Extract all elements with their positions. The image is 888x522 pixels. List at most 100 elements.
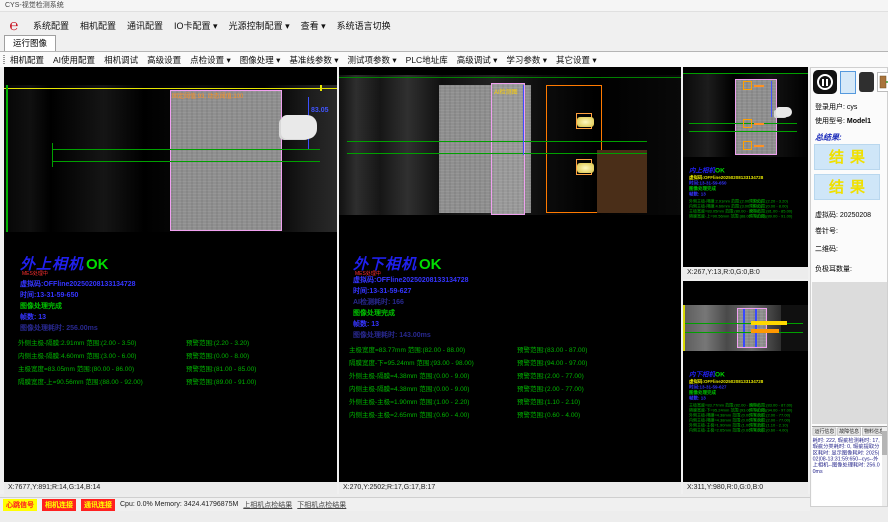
green-edge-line-overlay — [6, 85, 8, 232]
virtual-code-value: 20250208 — [840, 212, 871, 219]
orange-label-mark — [754, 123, 764, 125]
camera-info-block: 内下相机OK 虚拟码:OFFline20250208133134728 时间:1… — [689, 369, 807, 433]
yellow-label-mark — [751, 321, 787, 325]
lower-camera-check-link[interactable]: 下相机点检结果 — [297, 500, 346, 510]
white-feature-blob — [281, 115, 317, 139]
measurement-row: 隔膜宽度-下=95.24mm 范围:(93.00 - 98.00)预警范围:(9… — [349, 357, 587, 370]
measurement-row: 内侧主极-隔膜=4.38mm 范围:(0.00 - 9.00)预警范围:(2.0… — [349, 383, 587, 396]
log-text: 耗时: 222, 瑕疵检测耗时: 17, 瑕疵分类耗时: 0, 瑕疵提取分区耗时… — [813, 437, 881, 474]
tool-learning-params[interactable]: 学习参数 ▾ — [506, 54, 547, 66]
tab-highlight-blob — [577, 163, 594, 173]
total-result-label: 总结果: — [815, 132, 842, 143]
ok-status-label: OK — [419, 256, 442, 273]
dark-material-region — [597, 150, 647, 213]
menu-camera-config[interactable]: 相机配置 — [80, 19, 116, 32]
exit-door-icon — [879, 75, 888, 89]
tool-other-settings[interactable]: 其它设置 ▾ — [556, 54, 597, 66]
log-tab-fault-info[interactable]: 故障信息 — [837, 428, 861, 436]
white-feature-blob — [776, 107, 792, 117]
orange-label-mark — [754, 85, 764, 87]
login-user-row: 登录用户: cys — [815, 102, 857, 112]
menu-view[interactable]: 查看 ▾ — [301, 19, 326, 32]
comm-connect-badge: 通讯连接 — [81, 499, 115, 511]
result-box-upper: 结果 — [814, 144, 880, 170]
upper-camera-check-link[interactable]: 上相机点检结果 — [243, 500, 292, 510]
tab-count-row: 负极耳数量: — [815, 264, 852, 274]
menu-light-config[interactable]: 光源控制配置 ▾ — [229, 19, 290, 32]
orange-label-mark — [754, 145, 764, 147]
tool-plc-address[interactable]: PLC地址库 — [406, 54, 448, 66]
measurement-row: 内侧主极-主极=2.65mm 范围:(0.60 - 4.00)预警范围:(0.6… — [349, 409, 587, 422]
yellow-tick-overlay — [320, 85, 322, 91]
menu-system-config[interactable]: 系统配置 — [33, 19, 69, 32]
window-titlebar: CYS-视觉检测系统 — [0, 0, 888, 12]
blue-measure-line-overlay — [755, 309, 757, 347]
log-scrollbar-thumb[interactable] — [882, 431, 887, 455]
tool-advanced-debug[interactable]: 高级调试 ▾ — [457, 54, 498, 66]
exit-button[interactable] — [877, 72, 888, 92]
toolbar-grip-icon — [3, 55, 5, 64]
model-value: Model1 — [847, 118, 871, 125]
window-title: CYS-视觉检测系统 — [5, 2, 64, 9]
log-scrollbar[interactable] — [882, 427, 887, 506]
measurement-row: 外侧主极-主极=1.90mm 范围:(1.00 - 2.20)预警范围:(1.1… — [349, 396, 587, 409]
measurement-row: 隔膜宽度-上=90.56mm 范围:(88.00 - 92.00)预警范围:(8… — [689, 214, 807, 219]
result-box-lower: 结果 — [814, 174, 880, 200]
camera-panel-outer-upper: 固定阈值:93, 动态阈值:100 83.05 外上相机OK MES处理中 虚拟… — [4, 67, 337, 494]
user-login-button[interactable] — [840, 71, 856, 94]
right-sidebar: 登录用户: cys 使用型号: Model1 总结果: 结果 结果 虚拟码: 2… — [810, 67, 888, 507]
mes-status-label: MES处理中 — [22, 270, 48, 277]
measurement-row: 外侧主极-隔膜=4.38mm 范围:(0.00 - 9.00)预警范围:(2.0… — [349, 370, 587, 383]
camera-image-inner-upper[interactable] — [683, 73, 808, 157]
menu-bar: ℮ 系统配置 相机配置 通讯配置 IO卡配置 ▾ 光源控制配置 ▾ 查看 ▾ 系… — [0, 12, 888, 38]
menu-comm-config[interactable]: 通讯配置 — [127, 19, 163, 32]
tab-highlight-blob — [577, 117, 594, 127]
pink-roi-overlay — [737, 308, 767, 348]
orange-detection-box — [743, 81, 752, 90]
dark-band — [781, 305, 807, 351]
qr-code-row: 二维码: — [815, 244, 838, 254]
orange-roi-overlay — [546, 85, 602, 213]
tab-run-image[interactable]: 运行图像 — [4, 35, 56, 51]
frame-count-line: 帧数: 13 — [20, 312, 136, 323]
orange-detection-box — [743, 141, 752, 150]
model-row[interactable]: 使用型号: Model1 — [815, 116, 871, 126]
pause-button[interactable] — [813, 70, 837, 94]
pixel-coordinate-bar: X:7677,Y:891;R:14,G:14,B:14 — [4, 482, 337, 494]
camera-info-block: 虚拟码:OFFline20250208133134728 时间:13-31-59… — [353, 275, 469, 341]
tool-spot-check[interactable]: 点检设置 ▾ — [190, 54, 231, 66]
measurement-row: 外侧主极-隔膜:2.91mm 范围:(2.00 - 3.50)预警范围:(2.2… — [18, 337, 256, 350]
tool-image-processing[interactable]: 图像处理 ▾ — [240, 54, 281, 66]
pause-icon — [817, 74, 833, 90]
heartbeat-status-badge: 心跳信号 — [3, 499, 37, 511]
tool-camera-debug[interactable]: 相机调试 — [104, 54, 138, 66]
threshold-overlay-label: 固定阈值:93, 动态阈值:100 — [172, 91, 243, 100]
green-tick-overlay — [52, 143, 53, 167]
tool-baseline-params[interactable]: 基准线参数 ▾ — [289, 54, 338, 66]
user-switch-button[interactable] — [859, 72, 874, 92]
time-line: 时间:13-31-59-650 — [20, 290, 136, 301]
pixel-coordinate-bar: X:270,Y:2502;R:17,G:17,B:17 — [339, 482, 681, 494]
menu-io-config[interactable]: IO卡配置 ▾ — [174, 19, 218, 32]
login-user-value: cys — [847, 104, 858, 111]
camera-image-inner-lower[interactable] — [683, 305, 808, 351]
log-tab-run-info[interactable]: 运行信息 — [813, 428, 837, 436]
time-line: 时间:13-31-59-627 — [353, 286, 469, 297]
camera-connect-badge: 相机连接 — [42, 499, 76, 511]
tool-camera-config[interactable]: 相机配置 — [10, 54, 44, 66]
menu-language-switch[interactable]: 系统语言切换 — [337, 19, 391, 32]
green-measure-line-overlay — [689, 131, 797, 132]
camera-name-label: 内上相机 — [689, 167, 715, 175]
sidebar-filler — [812, 282, 887, 424]
frame-count-line: 帧数: 13 — [353, 319, 469, 330]
camera-panel-outer-lower: AI检测图 外下相机OK MES处理中 虚拟码:OFFline202502081… — [339, 67, 681, 494]
tool-test-params[interactable]: 测试项参数 ▾ — [348, 54, 397, 66]
measurement-row: 主极宽度=83.05mm 范围:(80.00 - 86.00)预警范围:(81.… — [18, 363, 256, 376]
camera-image-outer-upper[interactable]: 固定阈值:93, 动态阈值:100 83.05 — [4, 85, 337, 232]
main-area: 固定阈值:93, 动态阈值:100 83.05 外上相机OK MES处理中 虚拟… — [0, 67, 888, 494]
camera-image-outer-lower[interactable]: AI检测图 — [339, 75, 681, 215]
ok-status-label: OK — [715, 167, 725, 175]
tool-advanced-settings[interactable]: 高级设置 — [147, 54, 181, 66]
measurement-row: 隔膜宽度-上=90.56mm 范围:(88.00 - 92.00)预警范围:(8… — [18, 376, 256, 389]
tool-ai-config[interactable]: AI使用配置 — [53, 54, 95, 66]
